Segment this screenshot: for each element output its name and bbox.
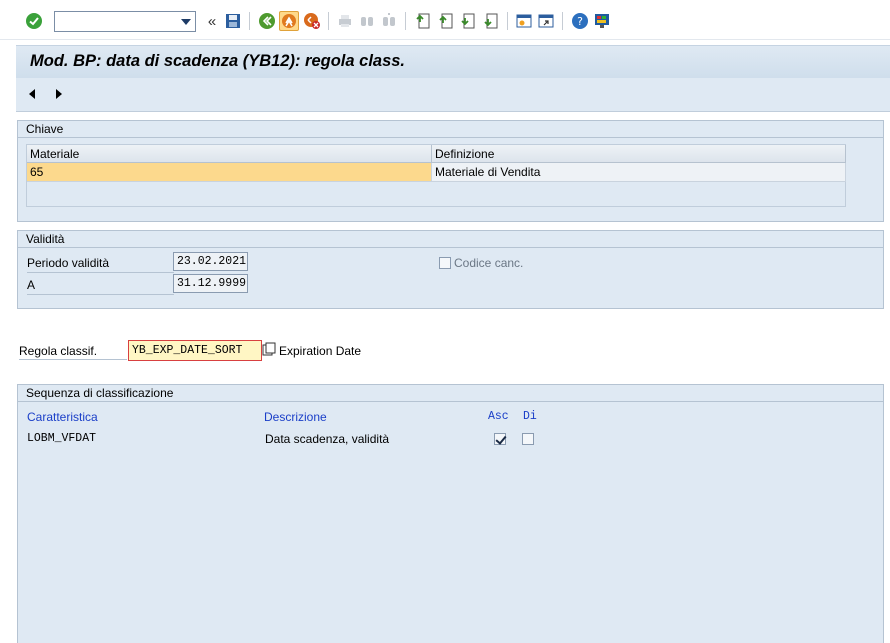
print-icon[interactable] — [335, 11, 355, 31]
column-header-caratteristica: Caratteristica — [27, 410, 98, 424]
a-field[interactable]: 31.12.9999 — [173, 274, 248, 293]
previous-arrow-icon[interactable] — [29, 89, 35, 99]
save-icon[interactable] — [223, 11, 243, 31]
find-next-icon[interactable] — [379, 11, 399, 31]
standard-toolbar: « ? — [0, 0, 890, 40]
exit-icon[interactable] — [279, 11, 299, 31]
column-header-materiale[interactable]: Materiale — [27, 145, 432, 163]
title-bar: Mod. BP: data di scadenza (YB12): regola… — [16, 45, 890, 78]
group-chiave: Chiave Materiale Definizione 65 Material… — [17, 120, 884, 222]
a-label: A — [27, 278, 36, 292]
new-session-icon[interactable] — [514, 11, 534, 31]
help-icon[interactable]: ? — [570, 11, 590, 31]
find-icon[interactable] — [357, 11, 377, 31]
svg-text:?: ? — [577, 15, 583, 28]
group-header-sequenza: Sequenza di classificazione — [18, 385, 883, 402]
customize-layout-icon[interactable] — [592, 11, 612, 31]
asc-checkbox[interactable] — [494, 433, 506, 445]
codice-canc-checkbox[interactable] — [439, 257, 451, 269]
cell-materiale[interactable]: 65 — [27, 163, 432, 182]
caratteristica-value: LOBM_VFDAT — [27, 432, 97, 445]
first-page-icon[interactable] — [413, 11, 433, 31]
periodo-validita-label: Periodo validità — [27, 256, 110, 270]
codice-canc-label: Codice canc. — [454, 256, 524, 270]
double-chevron-left-icon[interactable]: « — [202, 11, 222, 31]
regola-classif-label: Regola classif. — [19, 344, 98, 358]
group-validita: Validità Periodo validità 23.02.2021 A 3… — [17, 230, 884, 309]
next-arrow-icon[interactable] — [56, 89, 62, 99]
enter-check-icon[interactable] — [24, 11, 44, 31]
column-header-di: Di — [523, 410, 537, 423]
shortcut-icon[interactable] — [536, 11, 556, 31]
next-page-icon[interactable] — [458, 11, 478, 31]
back-icon[interactable] — [257, 11, 277, 31]
column-header-asc: Asc — [488, 410, 509, 423]
descrizione-value: Data scadenza, validità — [265, 432, 390, 446]
chevron-down-icon[interactable] — [181, 19, 191, 25]
main-area: Chiave Materiale Definizione 65 Material… — [16, 112, 890, 643]
previous-page-icon[interactable] — [436, 11, 456, 31]
column-header-descrizione: Descrizione — [264, 410, 327, 424]
regola-classif-field[interactable]: YB_EXP_DATE_SORT — [128, 340, 262, 361]
group-header-validita: Validità — [18, 231, 883, 248]
last-page-icon[interactable] — [481, 11, 501, 31]
page-title: Mod. BP: data di scadenza (YB12): regola… — [30, 52, 406, 70]
di-checkbox[interactable] — [522, 433, 534, 445]
regola-description: Expiration Date — [279, 344, 362, 358]
cell-definizione: Materiale di Vendita — [432, 163, 846, 182]
cancel-icon[interactable] — [302, 11, 322, 31]
periodo-validita-field[interactable]: 23.02.2021 — [173, 252, 248, 271]
value-help-icon[interactable] — [262, 342, 276, 358]
column-header-definizione[interactable]: Definizione — [432, 145, 846, 163]
chiave-table: Materiale Definizione 65 Materiale di Ve… — [26, 144, 846, 207]
group-header-chiave: Chiave — [18, 121, 883, 138]
command-field[interactable] — [54, 11, 196, 32]
application-toolbar — [16, 78, 890, 112]
group-sequenza: Sequenza di classificazione Caratteristi… — [17, 384, 884, 643]
